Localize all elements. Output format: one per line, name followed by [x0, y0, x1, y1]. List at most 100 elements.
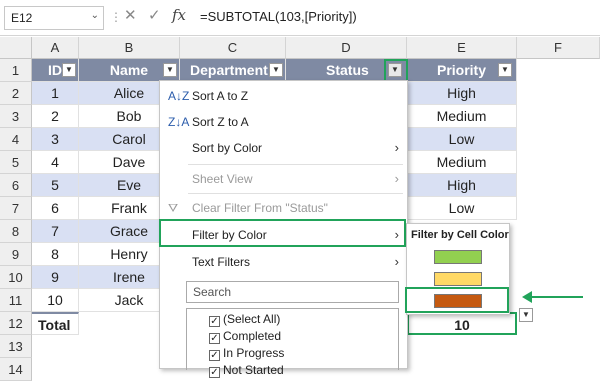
column-header-e[interactable]: E: [407, 37, 517, 59]
chevron-right-icon: ›: [394, 254, 399, 269]
search-input[interactable]: Search: [186, 281, 399, 303]
header-label: Name: [109, 62, 149, 78]
row-header[interactable]: 7: [0, 197, 32, 220]
color-swatch-yellow[interactable]: [434, 272, 482, 286]
list-item-label: (Select All): [223, 312, 281, 326]
list-item-label: Not Started: [223, 363, 284, 377]
column-header-b[interactable]: B: [79, 37, 180, 59]
menu-label: Sort by Color: [192, 141, 263, 155]
list-item[interactable]: ✓ Completed: [209, 328, 281, 345]
list-item-label: In Progress: [223, 346, 285, 360]
status-filter-highlight: [384, 59, 408, 82]
priority-cell[interactable]: Medium: [407, 151, 517, 174]
menu-item-sheet-view: Sheet View ›: [160, 166, 407, 192]
annotation-arrow-icon: [522, 291, 532, 303]
filter-dropdown-icon[interactable]: ▼: [269, 63, 283, 77]
clear-filter-icon: ⛛: [168, 201, 179, 215]
chevron-down-icon[interactable]: ⌄: [91, 10, 99, 21]
row-header[interactable]: 2: [0, 82, 32, 105]
filter-dropdown-icon[interactable]: ▼: [498, 63, 512, 77]
enter-check-icon[interactable]: ✓: [148, 6, 161, 24]
header-label: Status: [326, 62, 369, 78]
total-label-cell[interactable]: Total: [32, 312, 79, 335]
menu-item-sort-a-z[interactable]: A↓Z Sort A to Z: [160, 83, 407, 109]
row-header[interactable]: 9: [0, 243, 32, 266]
priority-cell[interactable]: High: [407, 174, 517, 197]
list-item-select-all[interactable]: ✓ (Select All): [209, 311, 280, 328]
column-header-d[interactable]: D: [286, 37, 407, 59]
header-label: Department: [190, 62, 268, 78]
row-header[interactable]: 11: [0, 289, 32, 312]
id-cell[interactable]: 4: [32, 151, 79, 174]
name-box-value: E12: [11, 11, 33, 25]
id-cell[interactable]: 10: [32, 289, 79, 312]
menu-label: Clear Filter From "Status": [192, 201, 328, 215]
table-header-name[interactable]: Name ▼: [79, 59, 180, 82]
priority-cell[interactable]: Low: [407, 197, 517, 220]
table-header-id[interactable]: ID ▼: [32, 59, 79, 82]
id-cell[interactable]: 9: [32, 266, 79, 289]
filter-dropdown-icon[interactable]: ▼: [62, 63, 76, 77]
menu-item-sort-z-a[interactable]: Z↓A Sort Z to A: [160, 109, 407, 135]
id-cell[interactable]: 2: [32, 105, 79, 128]
list-item[interactable]: ✓ In Progress: [209, 345, 284, 362]
header-label: ID: [48, 62, 62, 78]
column-header-c[interactable]: C: [180, 37, 286, 59]
submenu-title: Filter by Cell Color: [411, 229, 509, 241]
checkbox-checked-icon[interactable]: ✓: [209, 350, 220, 361]
insert-function-icon[interactable]: fx: [172, 6, 186, 24]
row-header[interactable]: 1: [0, 59, 32, 82]
priority-cell[interactable]: Medium: [407, 105, 517, 128]
row-header[interactable]: 6: [0, 174, 32, 197]
menu-divider: [188, 164, 403, 165]
id-cell[interactable]: 6: [32, 197, 79, 220]
id-cell[interactable]: 1: [32, 82, 79, 105]
row-header[interactable]: 5: [0, 151, 32, 174]
total-value-cell[interactable]: 10: [407, 312, 517, 335]
sort-ascending-icon: A↓Z: [168, 89, 190, 103]
row-header[interactable]: 13: [0, 335, 32, 358]
list-item[interactable]: ✓ Not Started: [209, 362, 284, 379]
row-header[interactable]: 3: [0, 105, 32, 128]
cancel-icon[interactable]: ✕: [124, 6, 137, 24]
menu-label: Text Filters: [192, 255, 251, 269]
annotation-arrow-line: [531, 296, 583, 298]
menu-item-sort-by-color[interactable]: Sort by Color ›: [160, 135, 407, 161]
id-cell[interactable]: 3: [32, 128, 79, 151]
formula-input[interactable]: =SUBTOTAL(103,[Priority]): [200, 9, 357, 24]
menu-label: Sort Z to A: [192, 115, 249, 129]
id-cell[interactable]: 8: [32, 243, 79, 266]
menu-label: Sort A to Z: [192, 89, 249, 103]
priority-cell[interactable]: Low: [407, 128, 517, 151]
row-header[interactable]: 12: [0, 312, 32, 335]
cell-dropdown-icon[interactable]: ▼: [519, 308, 533, 322]
row-header[interactable]: 4: [0, 128, 32, 151]
menu-divider: [188, 193, 403, 194]
menu-item-clear-filter: ⛛ Clear Filter From "Status": [160, 195, 407, 221]
column-header-f[interactable]: F: [517, 37, 600, 59]
checkbox-checked-icon[interactable]: ✓: [209, 333, 220, 344]
select-all-corner[interactable]: [0, 37, 32, 59]
chevron-right-icon: ›: [394, 140, 399, 155]
header-label: Priority: [436, 62, 486, 78]
checkbox-checked-icon[interactable]: ✓: [209, 316, 220, 327]
id-cell[interactable]: 7: [32, 220, 79, 243]
row-header[interactable]: 8: [0, 220, 32, 243]
selected-swatch-highlight: [405, 287, 509, 313]
filter-dropdown-icon[interactable]: ▼: [163, 63, 177, 77]
row-header[interactable]: 10: [0, 266, 32, 289]
filter-value-list: ✓ (Select All) ✓ Completed ✓ In Progress ✓ N…: [186, 308, 399, 378]
table-header-priority[interactable]: Priority ▼: [407, 59, 517, 82]
id-cell[interactable]: 5: [32, 174, 79, 197]
table-header-department[interactable]: Department ▼: [180, 59, 286, 82]
color-swatch-green[interactable]: [434, 250, 482, 264]
priority-cell[interactable]: High: [407, 82, 517, 105]
chevron-right-icon: ›: [394, 171, 399, 186]
menu-item-text-filters[interactable]: Text Filters ›: [160, 249, 407, 275]
separator-dots-icon: ⋮: [110, 10, 122, 24]
column-header-a[interactable]: A: [32, 37, 79, 59]
list-item-label: Completed: [223, 329, 282, 343]
name-box[interactable]: E12 ⌄: [4, 6, 104, 30]
row-header[interactable]: 14: [0, 358, 32, 381]
formula-bar: E12 ⌄ ⋮ ✕ ✓ fx =SUBTOTAL(103,[Priority]): [0, 0, 600, 36]
